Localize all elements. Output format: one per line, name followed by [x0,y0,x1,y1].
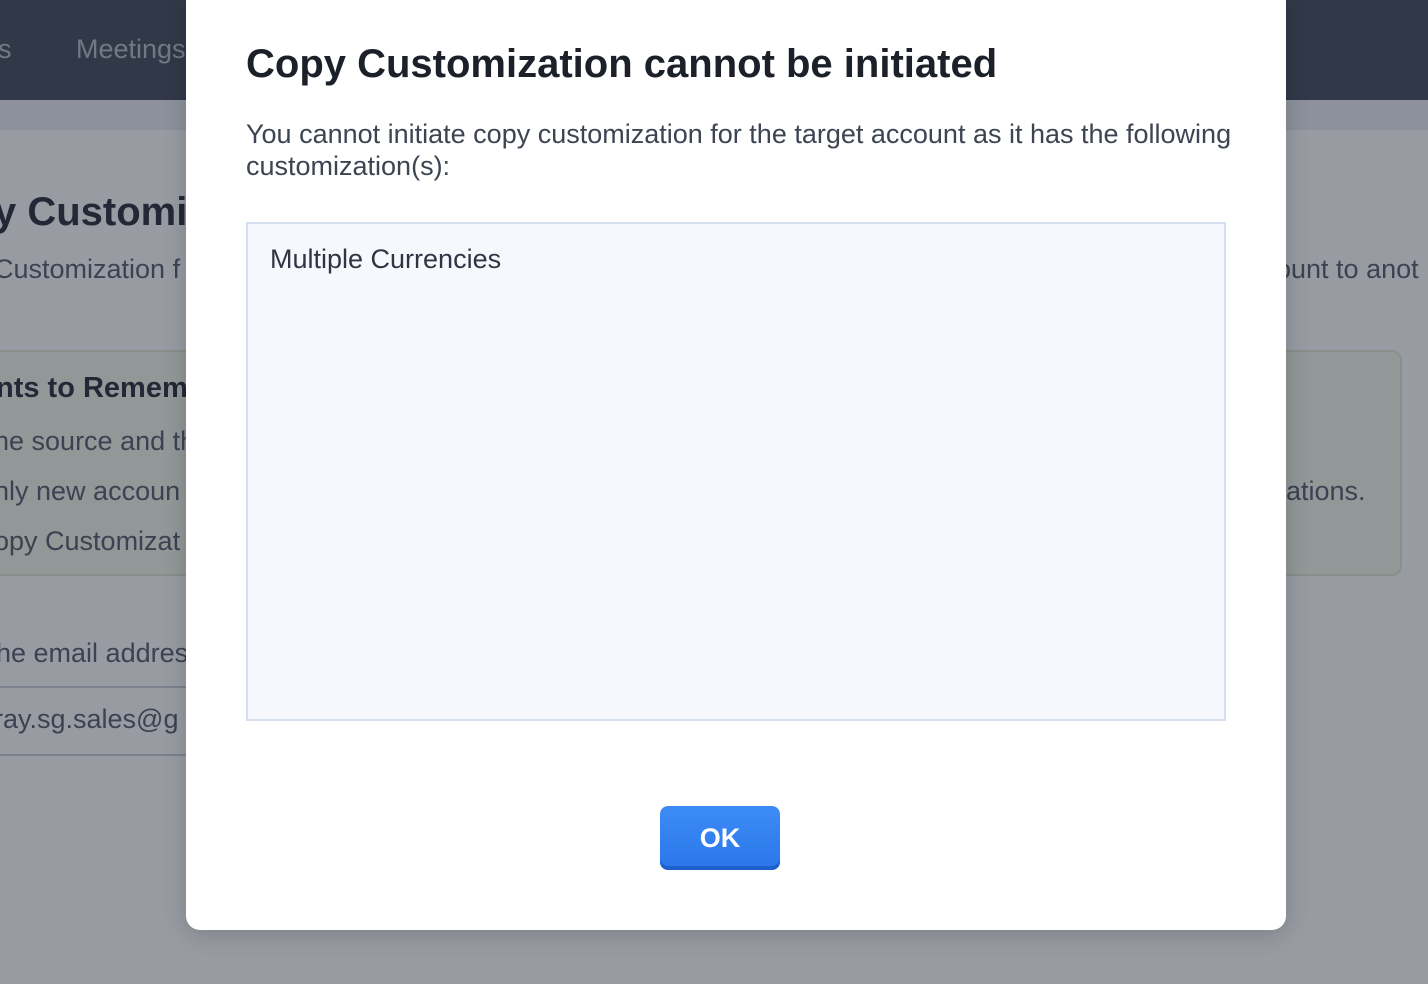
dialog-message: You cannot initiate copy customization f… [246,119,1232,181]
customization-list: Multiple Currencies [246,222,1226,721]
error-dialog: Copy Customization cannot be initiated Y… [186,0,1286,930]
ok-button[interactable]: OK [660,806,780,870]
dialog-title: Copy Customization cannot be initiated [246,42,998,86]
list-item: Multiple Currencies [270,244,502,274]
